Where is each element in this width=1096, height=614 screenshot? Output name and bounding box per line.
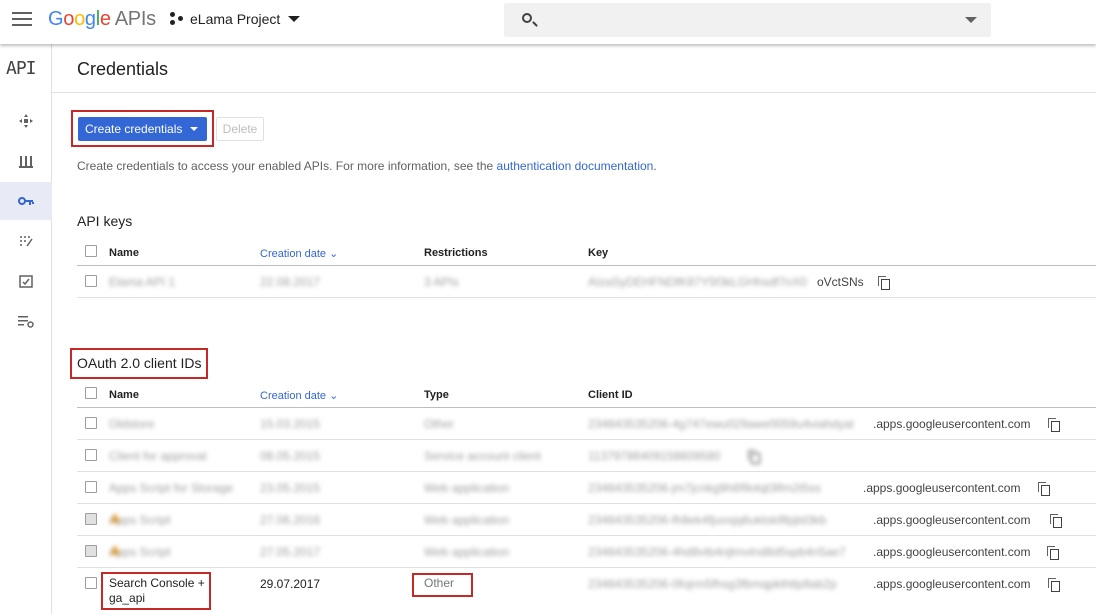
chevron-down-icon [288,16,301,22]
search-input[interactable] [504,3,991,37]
row-checkbox[interactable] [85,577,97,589]
row-checkbox[interactable] [85,449,97,461]
page-title: Credentials [77,59,169,79]
select-all-checkbox[interactable] [85,245,97,257]
row-checkbox[interactable] [85,545,97,557]
delete-button[interactable]: Delete [216,117,264,141]
info-text: Create credentials to access your enable… [77,159,657,173]
table-row[interactable]: Apps Script for Storage 23.05.2015 Web a… [77,472,1096,504]
google-apis-logo[interactable]: Google APIs [48,8,156,31]
highlight-box-type [412,573,473,597]
oauth-consent-icon[interactable] [0,222,52,260]
project-icon [170,12,184,26]
copy-icon[interactable] [1038,482,1050,496]
oauth-table: Name Creation date ⌄ Type Client ID Olds… [77,382,1096,614]
table-header: Name Creation date ⌄ Type Client ID [77,382,1096,408]
domain-verification-icon[interactable] [0,262,52,300]
sort-creation-date[interactable]: Creation date ⌄ [260,389,338,402]
authentication-documentation-link[interactable]: authentication documentation [497,159,654,173]
table-row[interactable]: Apps Script 27.06.2016 Web application 2… [77,504,1096,536]
project-name: eLama Project [190,11,281,27]
page-header: Credentials [52,44,1096,93]
credentials-key-icon[interactable] [0,182,52,220]
dashboard-icon[interactable] [0,102,52,140]
top-app-bar: Google APIs eLama Project [0,0,1096,44]
row-checkbox[interactable] [85,481,97,493]
table-row[interactable]: Apps Script 27.05.2017 Web application 2… [77,536,1096,568]
highlight-box-create [71,110,214,147]
row-checkbox[interactable] [85,417,97,429]
table-row[interactable]: Client for approval 08.05.2015 Service a… [77,440,1096,472]
copy-icon[interactable] [1048,418,1060,432]
menu-icon[interactable] [12,12,32,28]
row-checkbox[interactable] [85,513,97,525]
sort-creation-date[interactable]: Creation date ⌄ [260,247,338,260]
copy-icon[interactable] [1048,578,1060,592]
search-icon [522,13,532,23]
api-logo: API [6,58,36,79]
page-settings-icon[interactable] [0,302,52,340]
project-selector[interactable]: eLama Project [170,11,301,27]
copy-icon[interactable] [1047,546,1059,560]
copy-icon[interactable] [1050,514,1062,528]
row-checkbox[interactable] [85,275,97,287]
library-icon[interactable] [0,142,52,180]
api-keys-title: API keys [77,213,133,229]
highlight-box-oauth [70,348,208,379]
table-row[interactable]: Search Console + ga_api 29.07.2017 Other… [77,568,1096,614]
select-all-checkbox[interactable] [85,387,97,399]
highlight-box-name [101,572,211,610]
search-dropdown-icon[interactable] [965,17,977,23]
table-header: Name Creation date ⌄ Restrictions Key [77,240,1096,266]
api-keys-table: Name Creation date ⌄ Restrictions Key El… [77,240,1096,298]
copy-icon[interactable] [748,450,760,464]
table-row[interactable]: Oldstore 15.03.2015 Other 234843535206-4… [77,408,1096,440]
table-row[interactable]: Elama API 1 22.08.2017 3 APIs AIzaSyDEHF… [77,266,1096,298]
copy-icon[interactable] [878,276,890,290]
left-nav-rail: API [0,44,52,614]
